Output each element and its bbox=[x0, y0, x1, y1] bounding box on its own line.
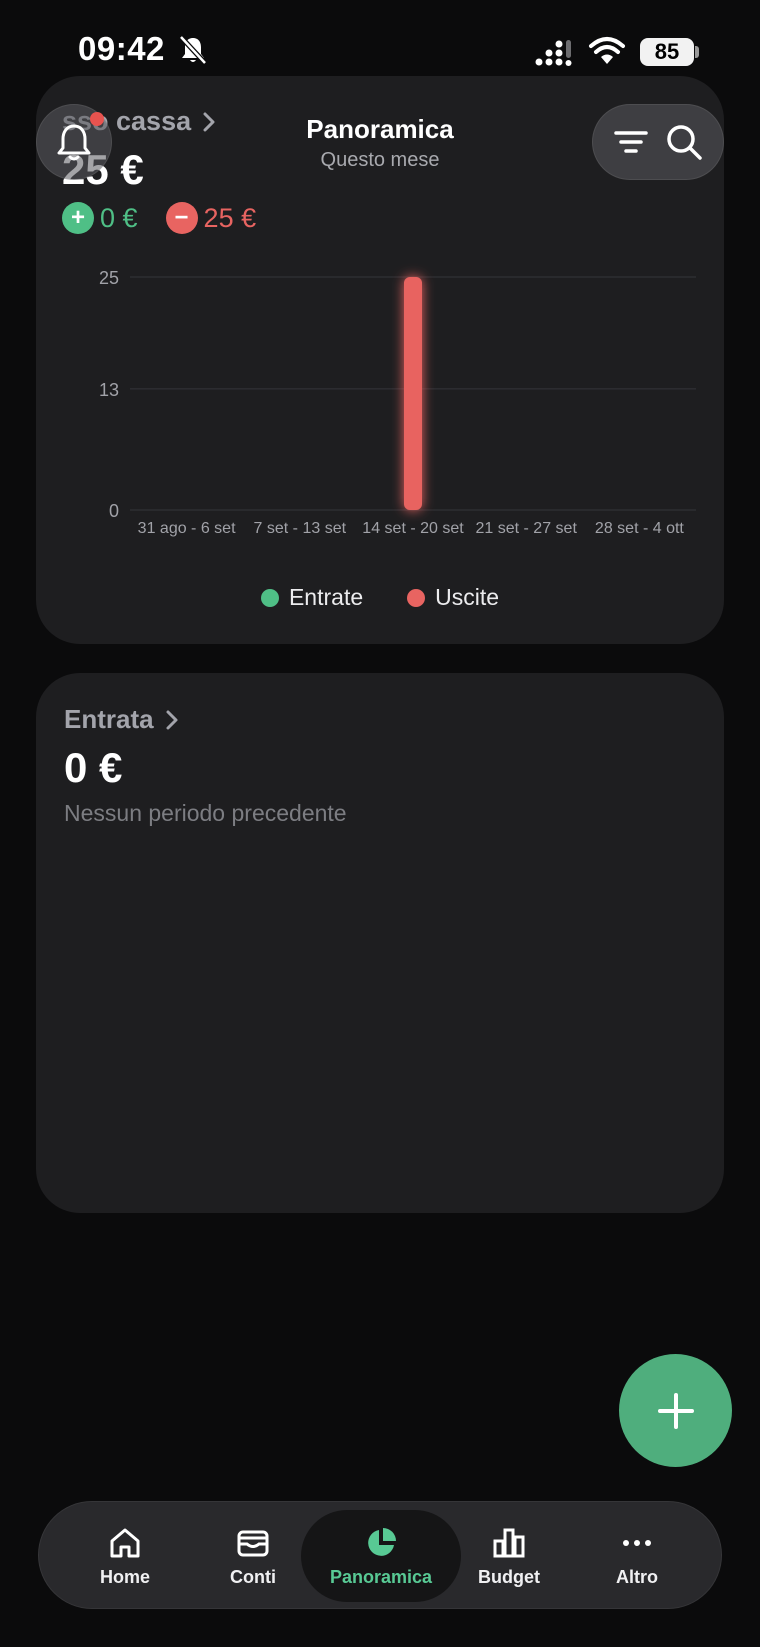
bottom-tab-bar: Home Conti Panoramica Budget Altro bbox=[38, 1501, 722, 1609]
page-header: Panoramica Questo mese bbox=[280, 114, 480, 172]
tab-altro-label: Altro bbox=[616, 1566, 658, 1587]
more-icon bbox=[623, 1539, 651, 1546]
wallet-icon bbox=[237, 1530, 269, 1556]
page-title: Panoramica bbox=[306, 114, 454, 144]
tab-conti-label: Conti bbox=[230, 1566, 276, 1587]
search-icon[interactable] bbox=[665, 123, 703, 161]
tab-home-label: Home bbox=[99, 1566, 150, 1587]
filter-icon[interactable] bbox=[613, 127, 649, 157]
income-title-label: Entrata bbox=[64, 704, 154, 734]
tab-altro[interactable]: Altro bbox=[573, 1502, 701, 1610]
notification-badge bbox=[90, 112, 104, 126]
y-tick-label: 25 bbox=[99, 268, 119, 288]
home-icon bbox=[110, 1528, 140, 1557]
tab-budget[interactable]: Budget bbox=[445, 1502, 573, 1610]
x-tick-label: 31 ago - 6 set bbox=[138, 520, 236, 537]
x-tick-label: 7 set - 13 set bbox=[254, 520, 347, 537]
tab-panoramica[interactable]: Panoramica bbox=[301, 1510, 461, 1602]
y-tick-label: 13 bbox=[99, 380, 119, 400]
income-comparison: Nessun periodo precedente bbox=[64, 800, 347, 826]
filter-search-group bbox=[592, 104, 724, 180]
x-tick-label: 14 set - 20 set bbox=[362, 520, 464, 537]
income-title[interactable]: Entrata bbox=[64, 704, 180, 735]
bell-icon bbox=[57, 124, 91, 161]
income-value: 0 € bbox=[64, 744, 123, 791]
tab-panoramica-label: Panoramica bbox=[329, 1566, 433, 1587]
income-card[interactable] bbox=[36, 673, 724, 1213]
chevron-right-icon bbox=[166, 710, 178, 729]
x-tick-label: 21 set - 27 set bbox=[476, 520, 578, 537]
bar-chart-icon bbox=[493, 1528, 525, 1557]
bar-uscite bbox=[404, 277, 422, 510]
pie-chart-icon bbox=[368, 1527, 396, 1556]
tab-home[interactable]: Home bbox=[61, 1502, 189, 1610]
legend-income[interactable]: Entrate bbox=[260, 584, 364, 611]
legend-income-dot bbox=[260, 588, 279, 607]
page-period[interactable]: Questo mese bbox=[280, 149, 480, 172]
legend-expense-label: Uscite bbox=[435, 584, 500, 610]
cash-flow-chart: 25 13 0 31 ago - 6 set 7 set - 13 set 14 set … bbox=[99, 268, 696, 537]
y-tick-label: 0 bbox=[109, 501, 119, 521]
x-tick-label: 28 set - 4 ott bbox=[595, 520, 684, 537]
legend-expense-dot bbox=[407, 588, 426, 607]
chart-legend: Entrate Uscite bbox=[0, 584, 760, 611]
plus-icon bbox=[657, 1392, 694, 1429]
legend-income-label: Entrate bbox=[288, 584, 364, 610]
legend-expense[interactable]: Uscite bbox=[407, 584, 499, 611]
tab-budget-label: Budget bbox=[478, 1566, 540, 1587]
tab-conti[interactable]: Conti bbox=[189, 1502, 317, 1610]
add-transaction-button[interactable] bbox=[619, 1354, 732, 1467]
